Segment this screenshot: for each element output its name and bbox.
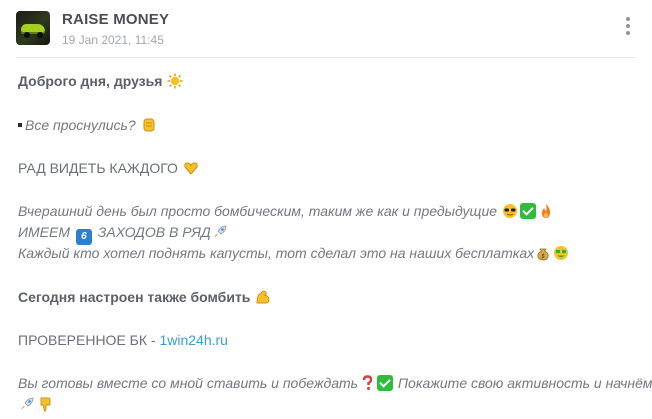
channel-avatar[interactable] <box>16 11 50 45</box>
bk-line: ПРОВЕРЕННОЕ БК - 1win24h.ru <box>18 331 228 350</box>
wheel-shape <box>37 32 43 38</box>
question-emoji <box>362 375 373 390</box>
closing-emoji-line <box>18 395 54 414</box>
divider <box>16 57 636 58</box>
biceps-emoji <box>256 290 270 304</box>
keycap-6-emoji: 6 <box>75 229 92 245</box>
channel-name[interactable]: RAISE MONEY <box>62 11 169 28</box>
fire-emoji <box>541 204 550 218</box>
money-bag-emoji: $ <box>537 248 549 261</box>
closing-line: Вы готовы вместе со мной ставить и побеж… <box>18 374 652 393</box>
cabbage-text: Каждый кто хотел поднять капусты, тот сд… <box>18 245 535 261</box>
check-emoji <box>519 203 536 219</box>
cabbage-line: Каждый кто хотел поднять капусты, тот сд… <box>18 244 570 263</box>
greeting-text: Доброго дня, друзья <box>18 73 163 89</box>
check-emoji <box>377 375 394 391</box>
streak-line: ИМЕЕМ 6 ЗАХОДОВ В РЯД <box>18 223 229 245</box>
money-face-emoji <box>554 246 569 260</box>
closing-text: Вы готовы вместе со мной ставить и побеж… <box>18 375 359 391</box>
rocket-emoji <box>213 225 227 238</box>
question-text: Все проснулись? <box>25 117 136 133</box>
svg-text:$: $ <box>541 253 545 260</box>
yesterday-line: Вчерашний день был просто бомбическим, т… <box>18 202 555 221</box>
post-date: 19 Jan 2021, 11:45 <box>62 33 164 47</box>
bk-link[interactable]: 1win24h.ru <box>159 332 228 348</box>
fist-emoji <box>143 118 155 132</box>
post-header: RAISE MONEY 19 Jan 2021, 11:45 <box>0 0 652 58</box>
rocket-emoji <box>21 397 34 410</box>
closing-text-2: Покажите свою активность и начнём <box>397 375 652 391</box>
more-vertical-icon[interactable] <box>622 17 634 39</box>
greeting-line: Доброго дня, друзья <box>18 72 184 91</box>
heart-hands-emoji <box>184 162 198 175</box>
wheel-shape <box>24 32 30 38</box>
bk-label: ПРОВЕРЕННОЕ БК - <box>18 332 160 348</box>
yesterday-text: Вчерашний день был просто бомбическим, т… <box>18 203 498 219</box>
today-line: Сегодня настроен также бомбить <box>18 288 272 307</box>
sunglasses-emoji <box>502 204 517 218</box>
streak-prefix: ИМЕЕМ <box>18 224 71 240</box>
today-text: Сегодня настроен также бомбить <box>18 289 251 305</box>
streak-suffix: ЗАХОДОВ В РЯД <box>97 224 211 240</box>
glad-text: РАД ВИДЕТЬ КАЖДОГО <box>18 160 178 176</box>
question-line: Все проснулись? <box>18 116 158 135</box>
thumbs-down-emoji <box>40 397 51 412</box>
glad-line: РАД ВИДЕТЬ КАЖДОГО <box>18 159 200 178</box>
sun-emoji <box>167 73 183 89</box>
bullet-square <box>18 123 22 127</box>
